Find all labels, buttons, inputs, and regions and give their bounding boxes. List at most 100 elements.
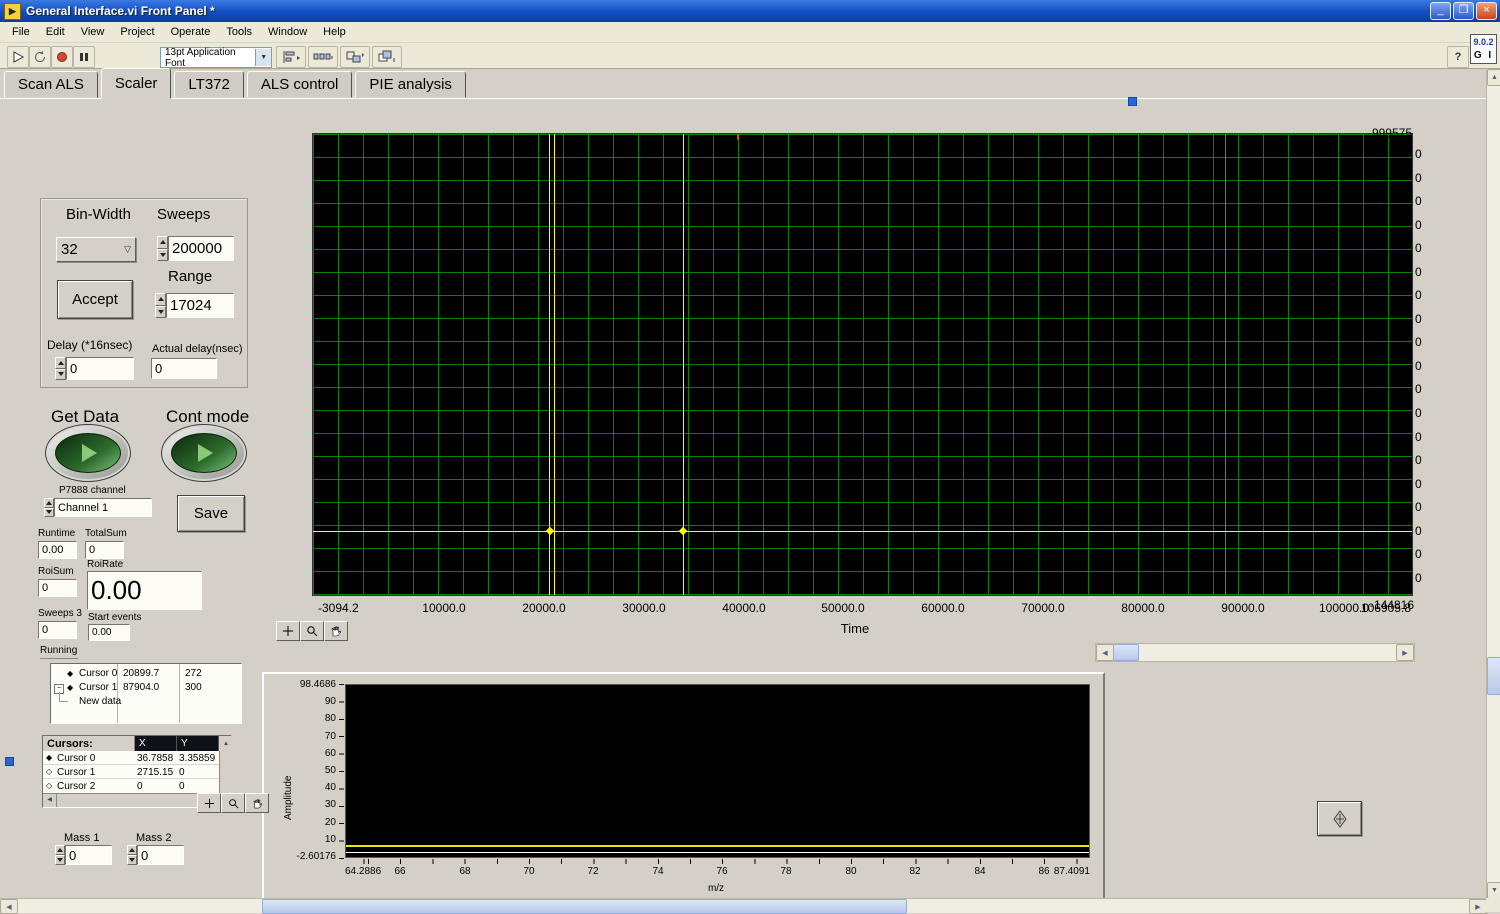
help-button[interactable]: ? [1447,46,1469,68]
pan-tool-button[interactable] [245,793,269,813]
menu-item[interactable]: Tools [218,23,260,41]
save-button[interactable]: Save [177,495,245,532]
mass2-field[interactable]: 0 [137,845,184,865]
increment-button[interactable] [157,236,168,249]
font-selector[interactable]: 13pt Application Font ▼ [160,47,272,68]
tab-lt372[interactable]: LT372 [174,71,243,98]
y-tick-label: 0 [1415,288,1422,302]
channel-spinner[interactable] [44,498,54,517]
increment-button[interactable] [55,845,65,855]
delay-spinner[interactable] [55,357,66,380]
table-row[interactable]: ◆ Cursor 0 36.7858 3.35859 [43,751,219,765]
channel-field[interactable]: Channel 1 [54,498,152,517]
run-continuous-button[interactable] [29,46,51,68]
run-button[interactable] [7,46,29,68]
menu-item[interactable]: Operate [163,23,219,41]
tab-scaler[interactable]: Scaler [101,68,172,99]
scroll-down-button[interactable]: ▼ [1487,882,1500,899]
cursor-0-marker[interactable] [546,527,554,535]
mass1-field[interactable]: 0 [65,845,112,865]
menu-item[interactable]: Help [315,23,354,41]
splitter-handle[interactable] [1128,97,1137,106]
menu-item[interactable]: View [73,23,113,41]
decrement-button[interactable] [127,855,137,865]
decrement-button[interactable] [44,508,54,518]
distribute-objects-button[interactable] [308,46,338,68]
pause-button[interactable] [73,46,95,68]
legend-row[interactable]: New data [51,696,241,710]
increment-button[interactable] [44,498,54,508]
sweeps3-field: 0 [38,621,77,639]
menu-item[interactable]: Window [260,23,315,41]
cont-mode-button-face [171,433,237,473]
crosshair-tool-button[interactable] [197,793,221,813]
sweeps-spinner[interactable] [157,236,168,261]
increment-button[interactable] [55,357,66,369]
resize-objects-button[interactable] [340,46,370,68]
close-button[interactable]: × [1476,2,1497,20]
mass1-spinner[interactable] [55,845,65,865]
decrement-button[interactable] [55,855,65,865]
range-field[interactable]: 17024 [166,293,234,318]
window-vertical-scrollbar[interactable]: ▲ ▼ [1486,69,1500,898]
get-data-button[interactable] [45,424,131,482]
zoom-tool-button[interactable] [221,793,245,813]
minimize-button[interactable]: _ [1430,2,1451,20]
increment-button[interactable] [127,845,137,855]
cursor-0-line-b[interactable] [554,134,555,595]
scroll-left-button[interactable]: ◀ [1096,644,1114,661]
menu-item[interactable]: Edit [38,23,73,41]
table-vertical-scrollbar[interactable] [219,751,233,793]
scroll-left-button[interactable]: ◀ [43,794,57,807]
increment-button[interactable] [155,293,166,306]
abort-button[interactable] [51,46,73,68]
accept-button[interactable]: Accept [57,280,133,319]
maximize-button[interactable]: ❐ [1453,2,1474,20]
align-objects-button[interactable] [276,46,306,68]
time-x-axis: -3094.2 10000.0 20000.0 30000.0 40000.0 … [312,601,1413,616]
mz-chart-plot[interactable] [345,684,1090,858]
time-chart-plot[interactable] [312,133,1413,596]
table-row[interactable]: ◇ Cursor 1 2715.15 0 [43,765,219,779]
legend-row[interactable]: − ◆ Cursor 1 87904.0 300 [51,682,241,696]
zoom-tool-button[interactable] [300,621,324,641]
table-row[interactable]: ◇ Cursor 2 0 0 [43,779,219,793]
table-header-y[interactable]: Y [177,736,219,751]
mz-trace-white [346,852,1089,853]
cursor-marker[interactable] [679,527,687,535]
decrement-button[interactable] [55,369,66,381]
menu-item[interactable]: File [4,23,38,41]
cont-mode-button[interactable] [161,424,247,482]
window-horizontal-scrollbar[interactable]: ◀ ▶ [0,898,1486,913]
scrollbar-thumb[interactable] [1487,657,1500,695]
actual-delay-label: Actual delay(nsec) [152,343,243,355]
reorder-button[interactable] [372,46,402,68]
scroll-right-button[interactable]: ▶ [1396,644,1414,661]
decrement-button[interactable] [155,306,166,319]
splitter-handle[interactable] [5,757,14,766]
menu-item[interactable]: Project [112,23,162,41]
bin-width-ring[interactable]: 32 ▽ [56,237,136,262]
white-cursor-line[interactable] [683,134,684,595]
scroll-up-button[interactable]: ▲ [1487,69,1500,86]
pan-tool-button[interactable] [324,621,348,641]
tab-als-control[interactable]: ALS control [247,71,353,98]
cursor-1-line[interactable] [1225,134,1226,595]
crosshair-tool-button[interactable] [276,621,300,641]
cursor-legend: ◆ Cursor 0 20899.7 272 − ◆ Cursor 1 8790… [50,663,242,724]
time-chart-scrollbar[interactable]: ◀ ▶ [1095,643,1415,662]
tab-scan-als[interactable]: Scan ALS [4,71,98,98]
scrollbar-thumb[interactable] [1113,644,1139,661]
scroll-up-button[interactable]: ▲ [219,736,233,751]
table-header-x[interactable]: X [135,736,177,751]
vi-icon[interactable]: 9.0.2 G I [1470,34,1497,64]
range-spinner[interactable] [155,293,166,318]
pan-direction-button[interactable] [1317,801,1362,836]
mass2-spinner[interactable] [127,845,137,865]
tab-pie-analysis[interactable]: PIE analysis [355,71,466,98]
legend-row[interactable]: ◆ Cursor 0 20899.7 272 [51,668,241,682]
delay-field[interactable]: 0 [66,357,134,380]
tab-strip: Scan ALS Scaler LT372 ALS control PIE an… [0,69,1486,99]
decrement-button[interactable] [157,249,168,262]
sweeps-field[interactable]: 200000 [168,236,234,261]
